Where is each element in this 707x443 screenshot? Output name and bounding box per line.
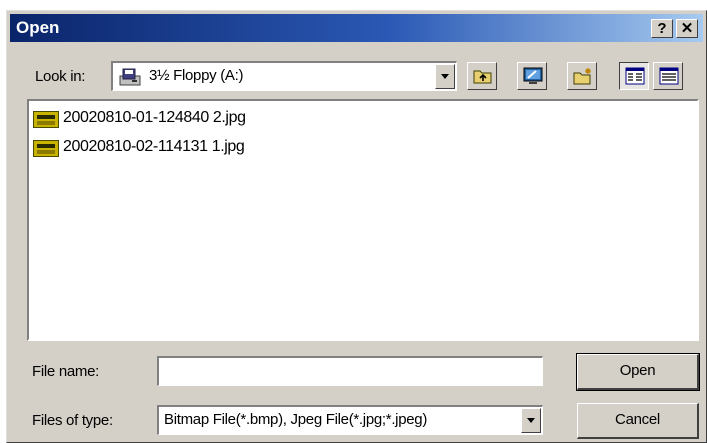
files-of-type-label: Files of type: [32,412,113,429]
help-button[interactable]: ? [651,19,673,38]
details-view-button[interactable] [653,62,683,90]
close-icon: ✕ [680,20,694,37]
list-view-icon [625,67,645,85]
dialog-title: Open [16,18,60,37]
files-of-type-dropdown-button[interactable] [521,408,541,433]
look-in-dropdown[interactable]: 3½ Floppy (A:) [111,61,457,91]
list-view-button[interactable] [619,62,649,90]
open-dialog: Open ? ✕ Look in: 3½ Floppy (A:) 2002081… [6,10,707,443]
file-name-label: 20020810-01-124840 2.jpg [63,109,246,126]
jpg-file-icon [33,111,59,128]
file-name-field-label: File name: [32,363,100,380]
desktop-button[interactable] [517,62,547,90]
look-in-label: Look in: [35,68,86,85]
file-name-label: 20020810-02-114131 1.jpg [63,138,245,155]
cancel-button[interactable]: Cancel [577,403,699,439]
new-folder-icon [573,68,591,85]
file-list[interactable]: 20020810-01-124840 2.jpg 20020810-02-114… [27,99,699,341]
look-in-dropdown-button[interactable] [435,64,455,89]
title-bar[interactable]: Open ? ✕ [10,14,703,42]
close-button[interactable]: ✕ [676,19,698,38]
up-one-level-button[interactable] [467,62,497,90]
look-in-value: 3½ Floppy (A:) [149,67,244,84]
create-new-folder-button[interactable] [567,62,597,90]
files-of-type-dropdown[interactable]: Bitmap File(*.bmp), Jpeg File(*.jpg;*.jp… [157,405,543,435]
jpg-file-icon [33,140,59,157]
files-of-type-value: Bitmap File(*.bmp), Jpeg File(*.jpg;*.jp… [164,411,428,428]
details-view-icon [659,67,679,85]
desktop-icon [523,67,543,84]
floppy-drive-icon [119,68,141,86]
up-folder-icon [473,70,492,84]
open-button[interactable]: Open [576,353,700,391]
file-name-input[interactable] [157,356,543,386]
